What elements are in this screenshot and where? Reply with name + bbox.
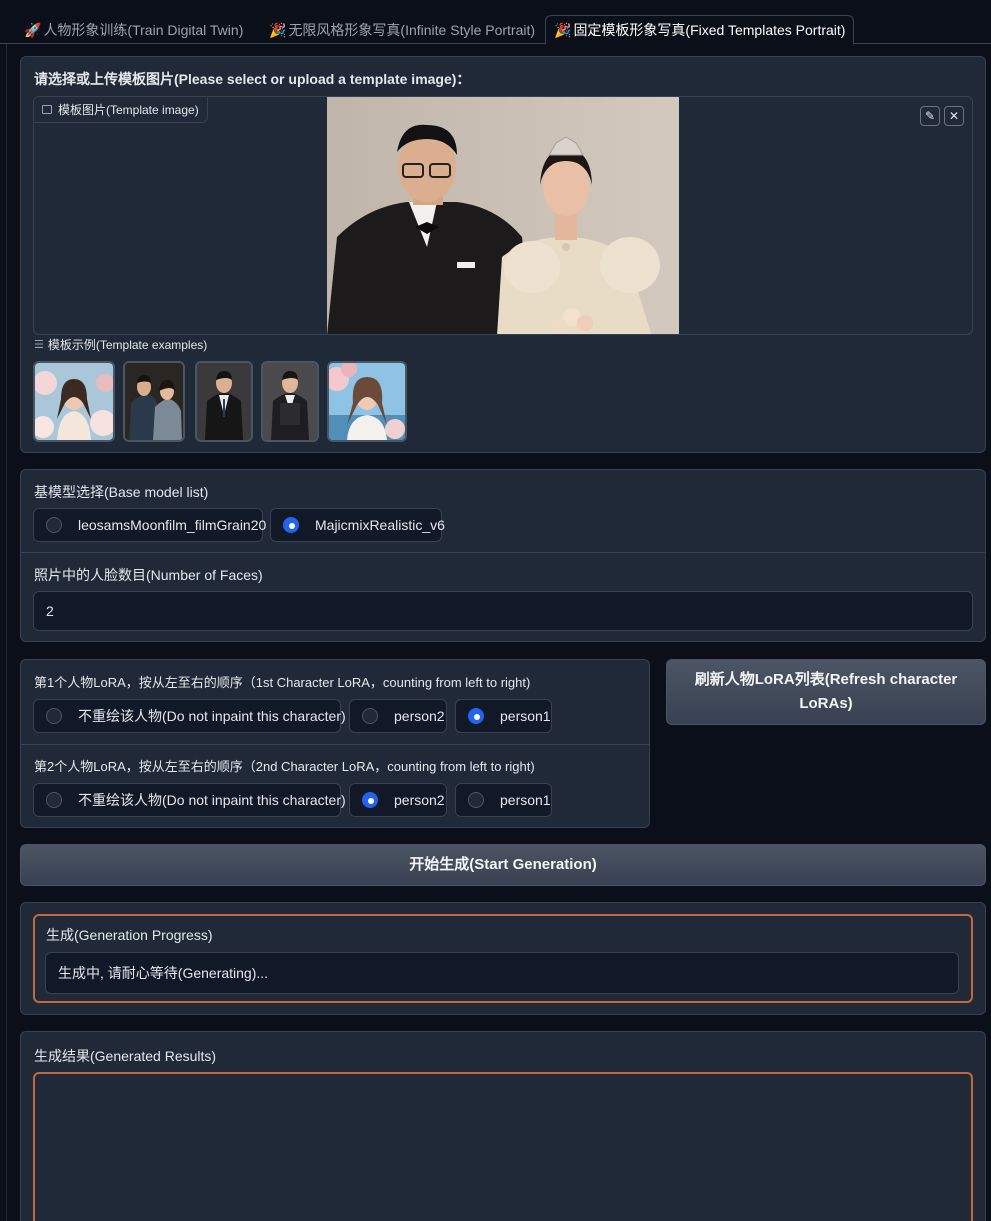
option-label: person1 bbox=[500, 792, 551, 808]
example-1-image bbox=[35, 363, 113, 440]
results-label: 生成结果(Generated Results) bbox=[34, 1048, 217, 1064]
rocket-icon: 🚀 bbox=[24, 21, 42, 38]
template-image-tag: 模板图片(Template image) bbox=[34, 97, 208, 123]
template-example-1[interactable] bbox=[33, 361, 115, 442]
refresh-lora-button[interactable]: 刷新人物LoRA列表(Refresh character LoRAs) bbox=[666, 659, 986, 725]
tab-infinite-style-portrait[interactable]: 🎉 无限风格形象写真(Infinite Style Portrait) bbox=[261, 15, 543, 45]
tab-label: 固定模板形象写真(Fixed Templates Portrait) bbox=[573, 22, 846, 38]
base-model-label: 基模型选择(Base model list) bbox=[34, 484, 209, 500]
lora1-label: 第1个人物LoRA，按从左至右的顺序（1st Character LoRA，co… bbox=[34, 675, 531, 690]
progress-panel: 生成(Generation Progress) 生成中, 请耐心等待(Gener… bbox=[20, 902, 986, 1015]
base-model-option-moonfilm[interactable]: leosamsMoonfilm_filmGrain20 bbox=[33, 508, 267, 542]
option-label: 不重绘该人物(Do not inpaint this character) bbox=[78, 792, 346, 808]
progress-label: 生成(Generation Progress) bbox=[46, 927, 213, 943]
progress-status-field: 生成中, 请耐心等待(Generating)... bbox=[45, 952, 959, 994]
radio-button-selected[interactable] bbox=[362, 792, 378, 808]
template-example-5[interactable] bbox=[327, 361, 407, 442]
example-2-image bbox=[125, 363, 183, 440]
radio-button[interactable] bbox=[46, 517, 62, 533]
start-generation-button[interactable]: 开始生成(Start Generation) bbox=[20, 844, 986, 886]
list-icon: ☰ bbox=[34, 339, 44, 351]
tab-bar: 🚀 人物形象训练(Train Digital Twin) 🎉 无限风格形象写真(… bbox=[0, 0, 991, 45]
tab-label: 无限风格形象写真(Infinite Style Portrait) bbox=[288, 22, 536, 38]
page-left-border bbox=[6, 44, 7, 1221]
divider bbox=[21, 552, 985, 553]
progress-box: 生成(Generation Progress) 生成中, 请耐心等待(Gener… bbox=[33, 914, 973, 1003]
template-example-2[interactable] bbox=[123, 361, 185, 442]
tab-train-digital-twin[interactable]: 🚀 人物形象训练(Train Digital Twin) bbox=[16, 15, 251, 45]
tab-label: 人物形象训练(Train Digital Twin) bbox=[43, 22, 244, 38]
results-gallery[interactable] bbox=[33, 1072, 973, 1221]
radio-button[interactable] bbox=[468, 792, 484, 808]
image-icon bbox=[42, 105, 52, 114]
template-heading: 请选择或上传模板图片(Please select or upload a tem… bbox=[34, 71, 471, 87]
tab-fixed-templates-portrait[interactable]: 🎉 固定模板形象写真(Fixed Templates Portrait) bbox=[545, 15, 855, 45]
divider bbox=[21, 744, 649, 745]
results-panel: 生成结果(Generated Results) bbox=[20, 1031, 986, 1221]
lora2-option-no-inpaint[interactable]: 不重绘该人物(Do not inpaint this character) bbox=[33, 783, 346, 817]
lora1-option-person2[interactable]: person2 bbox=[349, 699, 447, 733]
radio-button[interactable] bbox=[46, 792, 62, 808]
example-3-image bbox=[197, 363, 251, 440]
radio-button[interactable] bbox=[362, 708, 378, 724]
option-label: person1 bbox=[500, 708, 551, 724]
edit-pencil-icon[interactable]: ✎ bbox=[920, 106, 940, 126]
base-model-option-majicmix[interactable]: MajicmixRealistic_v6 bbox=[270, 508, 445, 542]
template-image-uploader[interactable]: 模板图片(Template image) ✎ ✕ bbox=[33, 96, 973, 335]
option-label: person2 bbox=[394, 792, 445, 808]
template-panel: 请选择或上传模板图片(Please select or upload a tem… bbox=[20, 56, 986, 453]
template-photo bbox=[327, 97, 679, 334]
example-5-image bbox=[329, 363, 405, 440]
template-examples-header: ☰ 模板示例(Template examples) bbox=[34, 336, 207, 353]
party-popper-icon: 🎉 bbox=[269, 21, 287, 38]
lora1-option-person1[interactable]: person1 bbox=[455, 699, 552, 733]
template-examples-label: 模板示例(Template examples) bbox=[47, 338, 208, 352]
radio-button[interactable] bbox=[46, 708, 62, 724]
option-label: person2 bbox=[394, 708, 445, 724]
template-example-4[interactable] bbox=[261, 361, 319, 442]
num-faces-label: 照片中的人脸数目(Number of Faces) bbox=[34, 567, 263, 583]
lora2-label: 第2个人物LoRA，按从左至右的顺序（2nd Character LoRA，co… bbox=[34, 759, 535, 774]
close-icon[interactable]: ✕ bbox=[944, 106, 964, 126]
character-lora-panel: 第1个人物LoRA，按从左至右的顺序（1st Character LoRA，co… bbox=[20, 659, 650, 828]
lora1-option-no-inpaint[interactable]: 不重绘该人物(Do not inpaint this character) bbox=[33, 699, 346, 733]
option-label: MajicmixRealistic_v6 bbox=[315, 517, 445, 533]
template-example-3[interactable] bbox=[195, 361, 253, 442]
num-faces-input[interactable]: 2 bbox=[33, 591, 973, 631]
couple-portrait-image bbox=[327, 97, 679, 334]
radio-button-selected[interactable] bbox=[283, 517, 299, 533]
option-label: leosamsMoonfilm_filmGrain20 bbox=[78, 517, 267, 533]
option-label: 不重绘该人物(Do not inpaint this character) bbox=[78, 708, 346, 724]
lora2-option-person1[interactable]: person1 bbox=[455, 783, 552, 817]
party-popper-icon: 🎉 bbox=[554, 21, 572, 38]
lora2-option-person2[interactable]: person2 bbox=[349, 783, 447, 817]
model-settings-panel: 基模型选择(Base model list) leosamsMoonfilm_f… bbox=[20, 469, 986, 642]
example-4-image bbox=[263, 363, 317, 440]
template-image-label: 模板图片(Template image) bbox=[58, 103, 199, 117]
radio-button-selected[interactable] bbox=[468, 708, 484, 724]
